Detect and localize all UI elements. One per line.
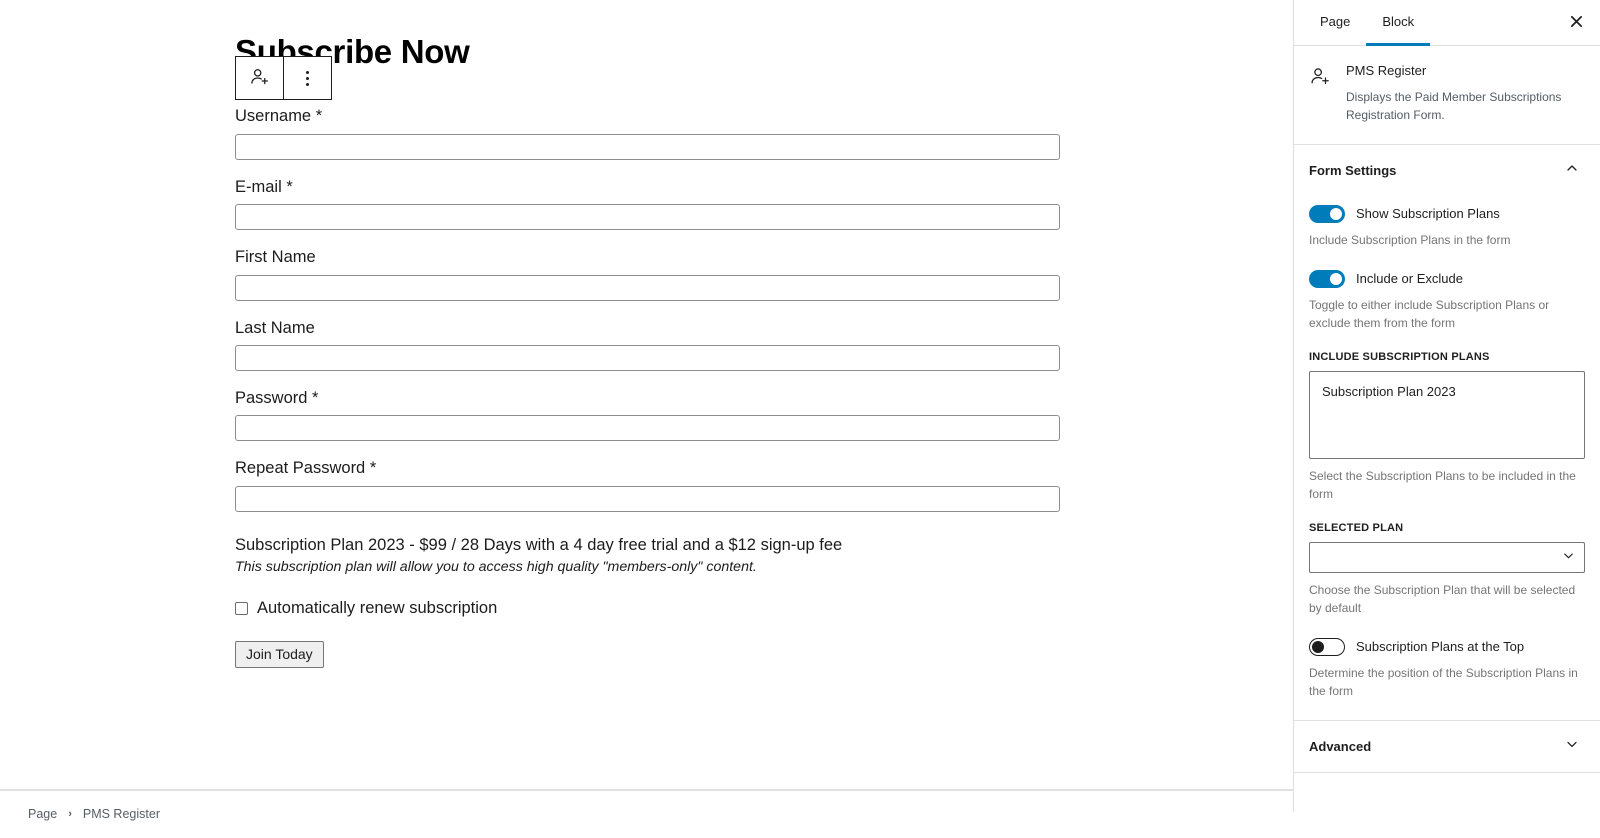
- password-input[interactable]: [235, 415, 1060, 442]
- toggle-knob: [1330, 207, 1342, 220]
- form-field-last-name: Last Name: [235, 318, 1060, 372]
- required-marker: *: [369, 459, 377, 478]
- toggle-label: Include or Exclude: [1356, 271, 1463, 287]
- editor-area: Subscribe Now Username * E-mail * First …: [0, 0, 1293, 838]
- field-label-text: E-mail: [235, 177, 282, 196]
- breadcrumb-item-page[interactable]: Page: [28, 807, 57, 821]
- username-input[interactable]: [235, 133, 1060, 160]
- chevron-down-icon: [1561, 548, 1576, 566]
- help-text-selected-plan: Choose the Subscription Plan that will b…: [1309, 582, 1576, 615]
- toggle-show-subscription-plans[interactable]: Show Subscription Plans: [1309, 204, 1585, 223]
- field-label: Repeat Password *: [235, 458, 1060, 479]
- include-plans-label: Include Subscription Plans: [1309, 350, 1490, 363]
- chevron-right-icon: ›: [68, 808, 72, 820]
- tab-block[interactable]: Block: [1366, 0, 1431, 46]
- toggle-knob: [1312, 640, 1324, 653]
- list-item[interactable]: Subscription Plan 2023: [1310, 380, 1584, 404]
- auto-renew-checkbox[interactable]: [235, 601, 248, 615]
- required-marker: *: [312, 389, 319, 408]
- toggle-switch[interactable]: [1309, 204, 1345, 223]
- tab-page[interactable]: Page: [1304, 0, 1366, 46]
- panel-advanced: Advanced: [1294, 721, 1600, 773]
- toggle-switch[interactable]: [1309, 269, 1345, 288]
- close-sidebar-button[interactable]: [1562, 9, 1590, 37]
- form-field-first-name: First Name: [235, 247, 1060, 301]
- settings-sidebar: Page Block PMS Register Displays the Pai…: [1293, 0, 1600, 812]
- close-icon: [1570, 15, 1583, 31]
- toggle-label: Show Subscription Plans: [1356, 206, 1500, 222]
- sidebar-tabs: Page Block: [1294, 0, 1600, 46]
- chevron-down-icon: [1564, 736, 1580, 757]
- panel-form-settings-body: Show Subscription Plans Include Subscrip…: [1294, 204, 1600, 720]
- person-add-icon: [1309, 63, 1333, 93]
- toggle-knob: [1330, 272, 1342, 285]
- first-name-input[interactable]: [235, 274, 1060, 301]
- join-today-button[interactable]: Join Today: [235, 640, 324, 668]
- form-field-repeat-password: Repeat Password *: [235, 458, 1060, 512]
- required-marker: *: [315, 107, 323, 126]
- toggle-include-or-exclude[interactable]: Include or Exclude: [1309, 269, 1585, 288]
- include-plans-listbox[interactable]: Subscription Plan 2023: [1309, 370, 1585, 459]
- subscription-plan-description: This subscription plan will allow you to…: [235, 559, 757, 576]
- auto-renew-label: Automatically renew subscription: [257, 599, 498, 618]
- field-label: First Name: [235, 248, 316, 267]
- field-label-text: Username: [235, 107, 312, 126]
- required-marker: *: [286, 177, 293, 196]
- subscription-plan-title: Subscription Plan 2023 - $99 / 28 Days w…: [235, 535, 843, 554]
- last-name-input[interactable]: [235, 345, 1060, 372]
- auto-renew-row[interactable]: Automatically renew subscription: [235, 600, 1060, 617]
- breadcrumb: Page › PMS Register: [0, 790, 1293, 837]
- toggle-plans-at-top[interactable]: Subscription Plans at the Top: [1309, 637, 1585, 656]
- page-title[interactable]: Subscribe Now: [235, 0, 1060, 70]
- field-label: E-mail *: [235, 177, 1060, 198]
- email-input[interactable]: [235, 204, 1060, 231]
- block-toolbar[interactable]: [235, 56, 332, 100]
- panel-advanced-header[interactable]: Advanced: [1294, 721, 1600, 772]
- breadcrumb-item-pms-register[interactable]: PMS Register: [83, 807, 160, 821]
- help-text-include-exclude: Toggle to either include Subscription Pl…: [1309, 297, 1550, 330]
- field-label: Username *: [235, 106, 1060, 127]
- panel-form-settings: Form Settings Show Subscription Plans In…: [1294, 145, 1600, 721]
- selected-plan-select[interactable]: [1309, 541, 1585, 573]
- pms-register-form: Username * E-mail * First Name Last Name: [235, 70, 1060, 668]
- field-label-text: Repeat Password: [235, 459, 366, 478]
- chevron-up-icon: [1564, 160, 1580, 181]
- field-label: Last Name: [235, 318, 315, 337]
- block-info-card: PMS Register Displays the Paid Member Su…: [1294, 46, 1600, 145]
- form-field-email: E-mail *: [235, 177, 1060, 231]
- form-field-password: Password *: [235, 388, 1060, 442]
- toggle-switch[interactable]: [1309, 637, 1345, 656]
- content-column: Subscribe Now Username * E-mail * First …: [235, 0, 1060, 668]
- repeat-password-input[interactable]: [235, 485, 1060, 512]
- field-label: Password *: [235, 388, 1060, 409]
- help-text-show-plans: Include Subscription Plans in the form: [1309, 232, 1511, 247]
- block-info-text: PMS Register Displays the Paid Member Su…: [1346, 63, 1580, 124]
- panel-title: Advanced: [1309, 738, 1372, 754]
- editor-canvas[interactable]: Subscribe Now Username * E-mail * First …: [0, 0, 1293, 790]
- field-label-text: Password: [235, 389, 308, 408]
- panel-title: Form Settings: [1309, 162, 1397, 178]
- subscription-plan-option[interactable]: Subscription Plan 2023 - $99 / 28 Days w…: [235, 534, 1060, 578]
- block-options-button[interactable]: [284, 57, 331, 99]
- block-name: PMS Register: [1346, 63, 1427, 78]
- block-description: Displays the Paid Member Subscriptions R…: [1346, 89, 1562, 122]
- help-text-plans-top: Determine the position of the Subscripti…: [1309, 665, 1578, 698]
- block-type-button[interactable]: [236, 57, 283, 99]
- form-field-username: Username *: [235, 106, 1060, 160]
- block-editor-app: Subscribe Now Username * E-mail * First …: [0, 0, 1600, 838]
- toggle-label: Subscription Plans at the Top: [1356, 639, 1525, 655]
- panel-form-settings-header[interactable]: Form Settings: [1294, 145, 1600, 196]
- more-vertical-icon: [306, 70, 309, 86]
- person-add-icon: [249, 66, 271, 91]
- help-text-include-plans: Select the Subscription Plans to be incl…: [1309, 468, 1576, 501]
- selected-plan-label: Selected Plan: [1309, 521, 1404, 534]
